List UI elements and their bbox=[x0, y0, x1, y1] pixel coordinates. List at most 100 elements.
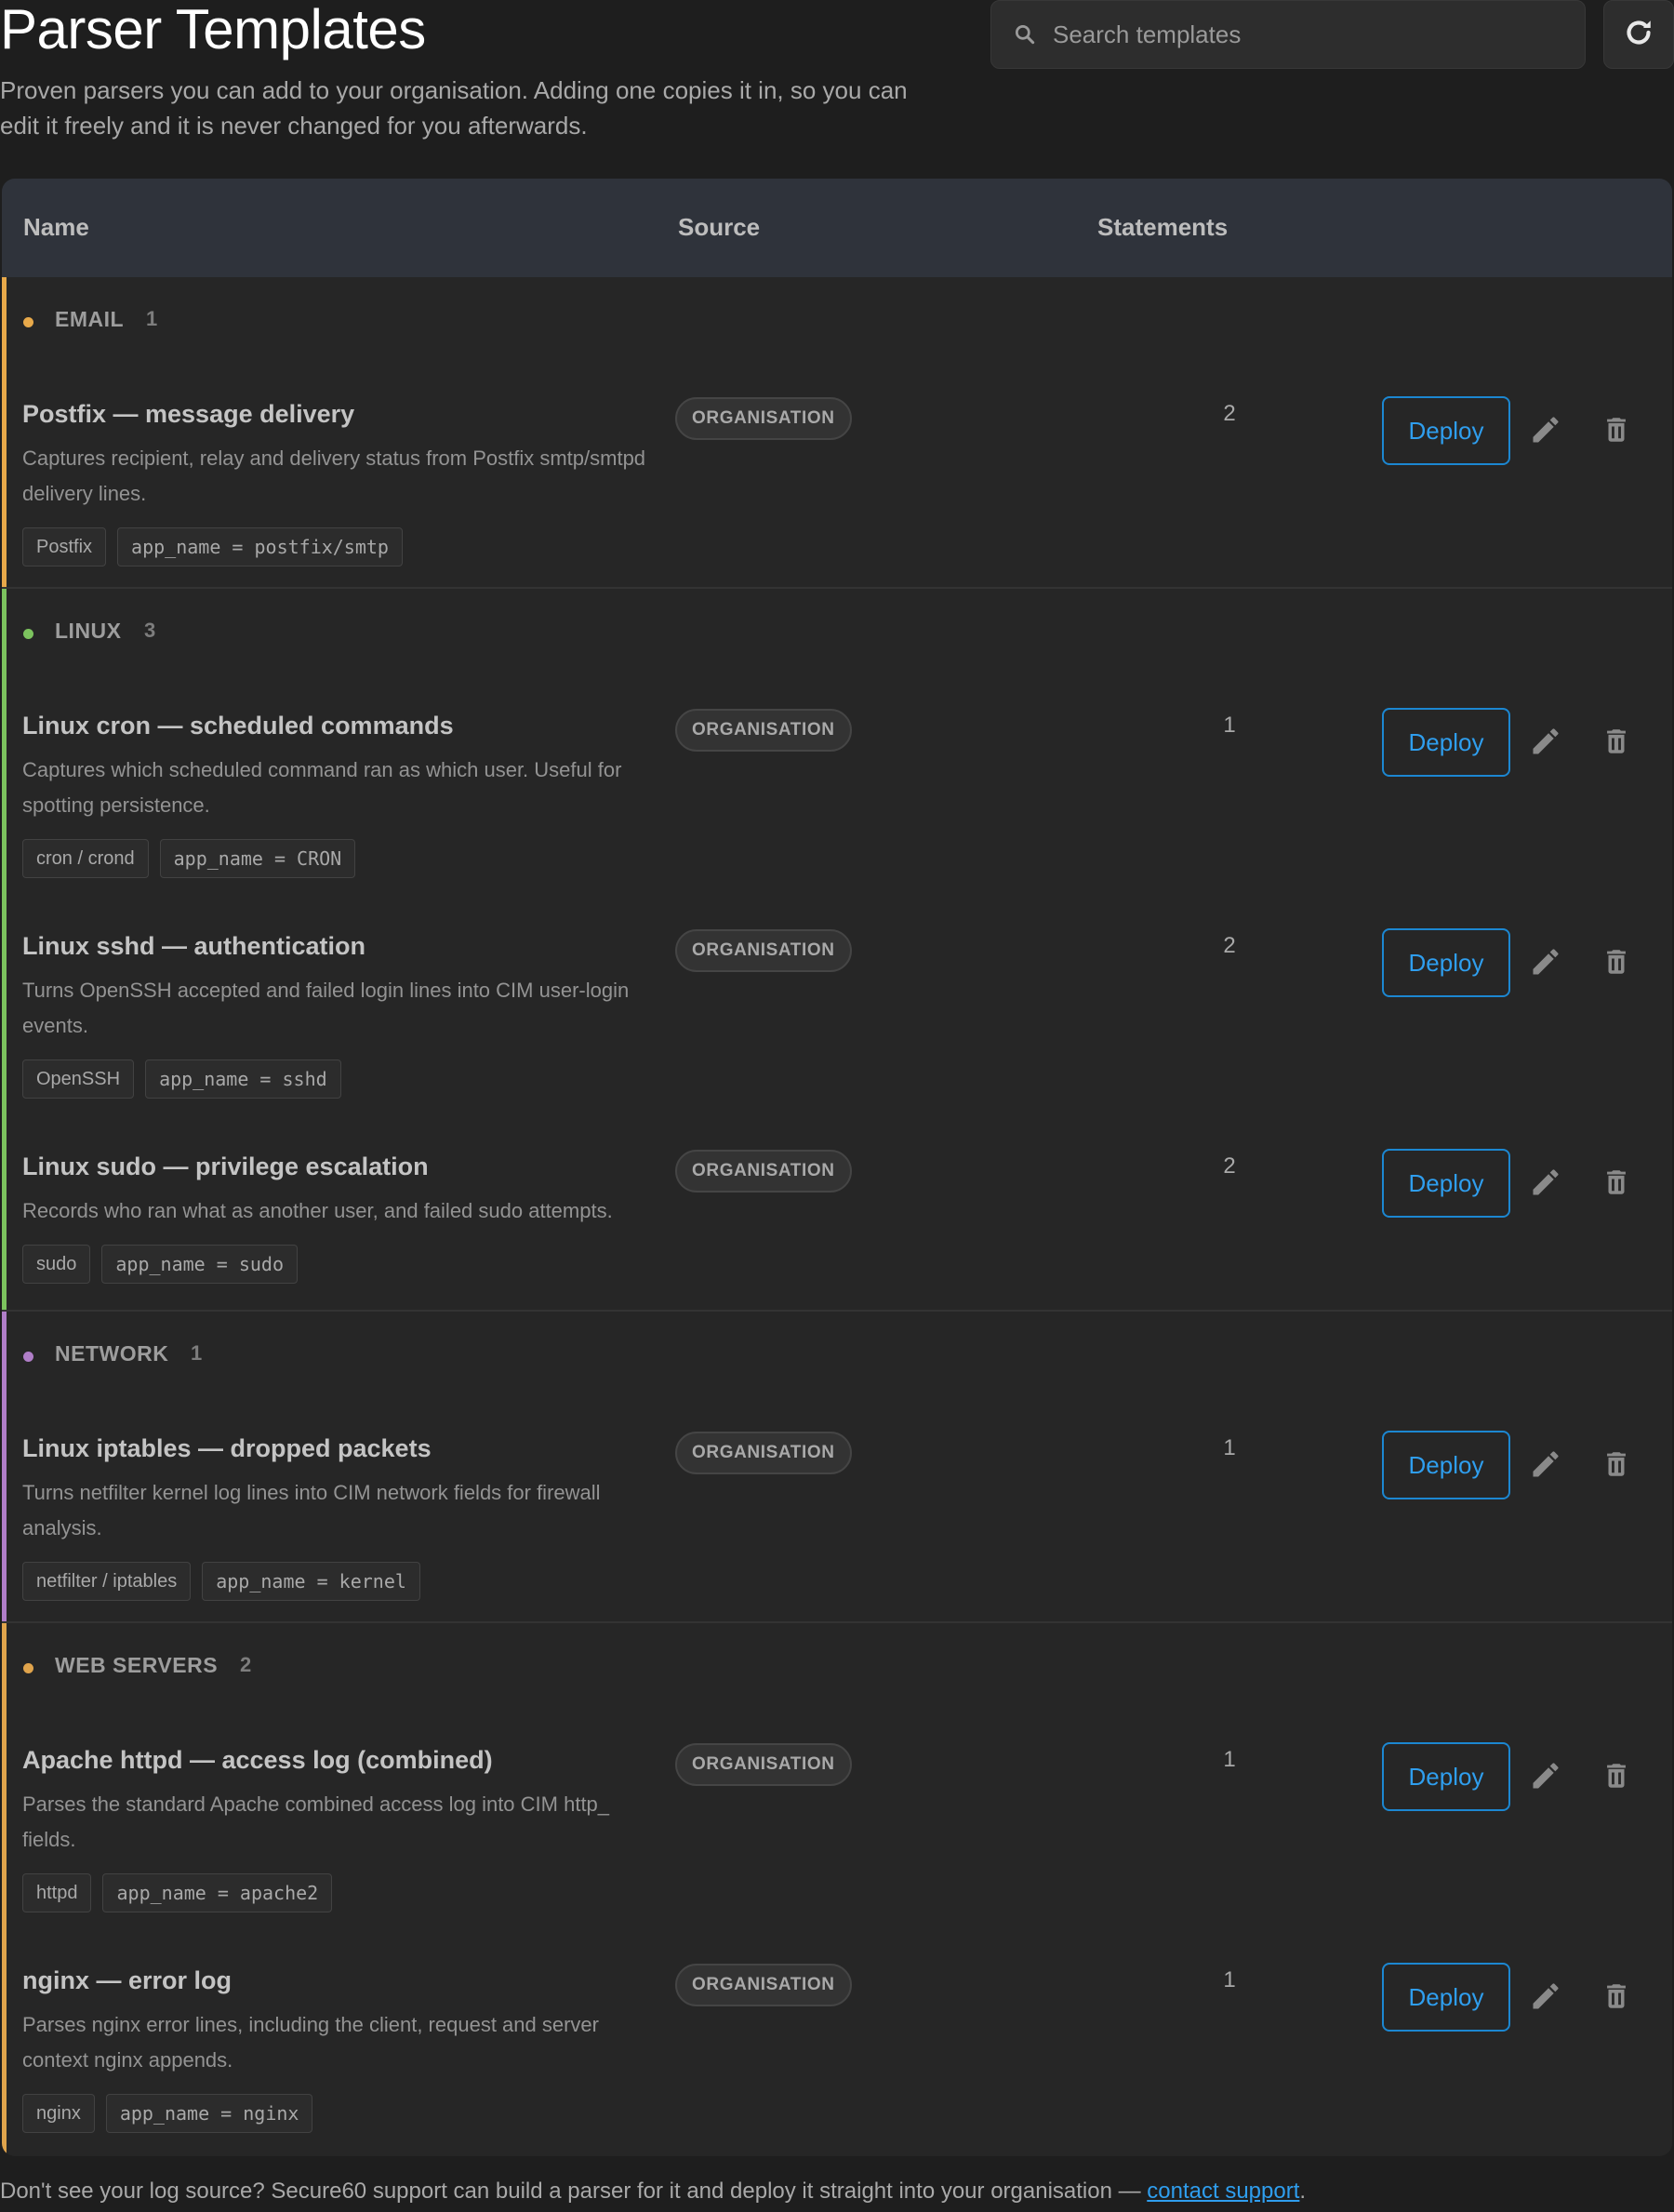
template-title[interactable]: Apache httpd — access log (combined) bbox=[22, 1746, 493, 1775]
source-badge: ORGANISATION bbox=[675, 1743, 852, 1786]
table-row[interactable]: Linux sudo — privilege escalation Records… bbox=[2, 1119, 1672, 1312]
pencil-icon bbox=[1529, 725, 1562, 763]
template-description: Records who ran what as another user, an… bbox=[22, 1199, 613, 1222]
deploy-button[interactable]: Deploy bbox=[1382, 1963, 1510, 2032]
group-dot bbox=[23, 1352, 33, 1362]
template-title[interactable]: nginx — error log bbox=[22, 1966, 232, 1995]
template-tags: sudo app_name = sudo bbox=[22, 1245, 298, 1284]
table-row[interactable]: nginx — error log Parses nginx error line… bbox=[2, 1933, 1672, 2153]
vendor-tag: cron / crond bbox=[22, 839, 149, 878]
template-tags: httpd app_name = apache2 bbox=[22, 1873, 333, 1912]
trash-icon bbox=[1601, 945, 1632, 983]
delete-button[interactable] bbox=[1598, 1447, 1635, 1485]
group-name: WEB SERVERS bbox=[55, 1653, 219, 1677]
group-name: EMAIL bbox=[55, 307, 125, 331]
match-rule-tag: app_name = nginx bbox=[105, 2094, 313, 2133]
search-icon bbox=[1012, 21, 1038, 47]
match-rule-tag: app_name = CRON bbox=[159, 839, 356, 878]
table-row[interactable]: Apache httpd — access log (combined) Pars… bbox=[2, 1712, 1672, 1933]
column-header-source[interactable]: Source bbox=[678, 213, 760, 242]
edit-button[interactable] bbox=[1527, 1166, 1564, 1203]
footer-text: Don't see your log source? Secure60 supp… bbox=[0, 2179, 1148, 2204]
column-header-name[interactable]: Name bbox=[23, 213, 89, 242]
match-rule-tag: app_name = postfix/smtp bbox=[117, 527, 403, 566]
delete-button[interactable] bbox=[1598, 945, 1635, 982]
table-body: EMAIL 1 Postfix — message delivery Captures… bbox=[2, 277, 1672, 2153]
table-row[interactable]: Linux iptables — dropped packets Turns ne… bbox=[2, 1401, 1672, 1623]
vendor-tag: sudo bbox=[22, 1245, 91, 1284]
pencil-icon bbox=[1529, 1166, 1562, 1204]
table-row[interactable]: Linux sshd — authentication Turns OpenSSH… bbox=[2, 899, 1672, 1119]
edit-button[interactable] bbox=[1527, 1759, 1564, 1796]
deploy-button[interactable]: Deploy bbox=[1382, 1149, 1510, 1218]
template-description: Parses the standard Apache combined acce… bbox=[22, 1792, 610, 1851]
page-description: Proven parsers you can add to your organ… bbox=[0, 76, 908, 140]
group-count: 1 bbox=[191, 1341, 203, 1365]
delete-button[interactable] bbox=[1598, 725, 1635, 762]
group-header[interactable]: EMAIL 1 bbox=[2, 277, 1672, 366]
statement-count: 2 bbox=[1223, 401, 1236, 426]
match-rule-tag: app_name = apache2 bbox=[102, 1873, 333, 1912]
delete-button[interactable] bbox=[1598, 413, 1635, 450]
deploy-button[interactable]: Deploy bbox=[1382, 1742, 1510, 1811]
template-title[interactable]: Linux iptables — dropped packets bbox=[22, 1434, 432, 1463]
group-email: EMAIL 1 Postfix — message delivery Captures… bbox=[2, 277, 1672, 589]
table-row[interactable]: Linux cron — scheduled commands Captures … bbox=[2, 678, 1672, 899]
template-tags: Postfix app_name = postfix/smtp bbox=[22, 527, 403, 566]
vendor-tag: httpd bbox=[22, 1873, 92, 1912]
footer-note: Don't see your log source? Secure60 supp… bbox=[0, 2179, 1306, 2205]
statement-count: 1 bbox=[1223, 1967, 1236, 1992]
template-title[interactable]: Linux sshd — authentication bbox=[22, 932, 365, 961]
delete-button[interactable] bbox=[1598, 1166, 1635, 1203]
source-badge: ORGANISATION bbox=[675, 1150, 852, 1193]
template-title[interactable]: Postfix — message delivery bbox=[22, 400, 354, 429]
trash-icon bbox=[1601, 1447, 1632, 1486]
search-input[interactable] bbox=[1051, 19, 1557, 50]
match-rule-tag: app_name = sudo bbox=[101, 1245, 298, 1284]
contact-support-link[interactable]: contact support bbox=[1147, 2179, 1299, 2204]
group-header[interactable]: NETWORK 1 bbox=[2, 1312, 1672, 1401]
edit-button[interactable] bbox=[1527, 1979, 1564, 2017]
pencil-icon bbox=[1529, 413, 1562, 451]
statement-count: 1 bbox=[1223, 1747, 1236, 1772]
template-tags: nginx app_name = nginx bbox=[22, 2094, 313, 2133]
vendor-tag: Postfix bbox=[22, 527, 107, 566]
delete-button[interactable] bbox=[1598, 1759, 1635, 1796]
refresh-button[interactable] bbox=[1603, 0, 1674, 69]
edit-button[interactable] bbox=[1527, 725, 1564, 762]
delete-button[interactable] bbox=[1598, 1979, 1635, 2017]
template-tags: cron / crond app_name = CRON bbox=[22, 839, 356, 878]
vendor-tag: OpenSSH bbox=[22, 1059, 135, 1099]
template-title[interactable]: Linux cron — scheduled commands bbox=[22, 712, 454, 740]
trash-icon bbox=[1601, 1166, 1632, 1204]
trash-icon bbox=[1601, 413, 1632, 451]
edit-button[interactable] bbox=[1527, 945, 1564, 982]
template-title[interactable]: Linux sudo — privilege escalation bbox=[22, 1153, 429, 1181]
table-row[interactable]: Postfix — message delivery Captures recip… bbox=[2, 366, 1672, 589]
deploy-button[interactable]: Deploy bbox=[1382, 928, 1510, 997]
group-count: 3 bbox=[144, 619, 156, 642]
pencil-icon bbox=[1529, 1759, 1562, 1797]
group-count: 1 bbox=[146, 307, 158, 330]
edit-button[interactable] bbox=[1527, 413, 1564, 450]
deploy-button[interactable]: Deploy bbox=[1382, 1431, 1510, 1499]
edit-button[interactable] bbox=[1527, 1447, 1564, 1485]
vendor-tag: netfilter / iptables bbox=[22, 1562, 192, 1601]
match-rule-tag: app_name = sshd bbox=[145, 1059, 341, 1099]
trash-icon bbox=[1601, 725, 1632, 763]
search-box[interactable] bbox=[990, 0, 1586, 69]
group-name: NETWORK bbox=[55, 1341, 169, 1366]
template-description: Turns netfilter kernel log lines into CI… bbox=[22, 1481, 601, 1539]
deploy-button[interactable]: Deploy bbox=[1382, 708, 1510, 777]
templates-table: Name Source Statements EMAIL 1 Postfix — m… bbox=[2, 179, 1672, 2156]
footer-end: . bbox=[1299, 2179, 1307, 2204]
column-header-statements[interactable]: Statements bbox=[1097, 213, 1228, 242]
group-dot bbox=[23, 317, 33, 327]
group-header[interactable]: LINUX 3 bbox=[2, 589, 1672, 678]
statement-count: 1 bbox=[1223, 1435, 1236, 1460]
source-badge: ORGANISATION bbox=[675, 709, 852, 752]
match-rule-tag: app_name = kernel bbox=[202, 1562, 420, 1601]
trash-icon bbox=[1601, 1759, 1632, 1797]
deploy-button[interactable]: Deploy bbox=[1382, 396, 1510, 465]
group-header[interactable]: WEB SERVERS 2 bbox=[2, 1623, 1672, 1712]
